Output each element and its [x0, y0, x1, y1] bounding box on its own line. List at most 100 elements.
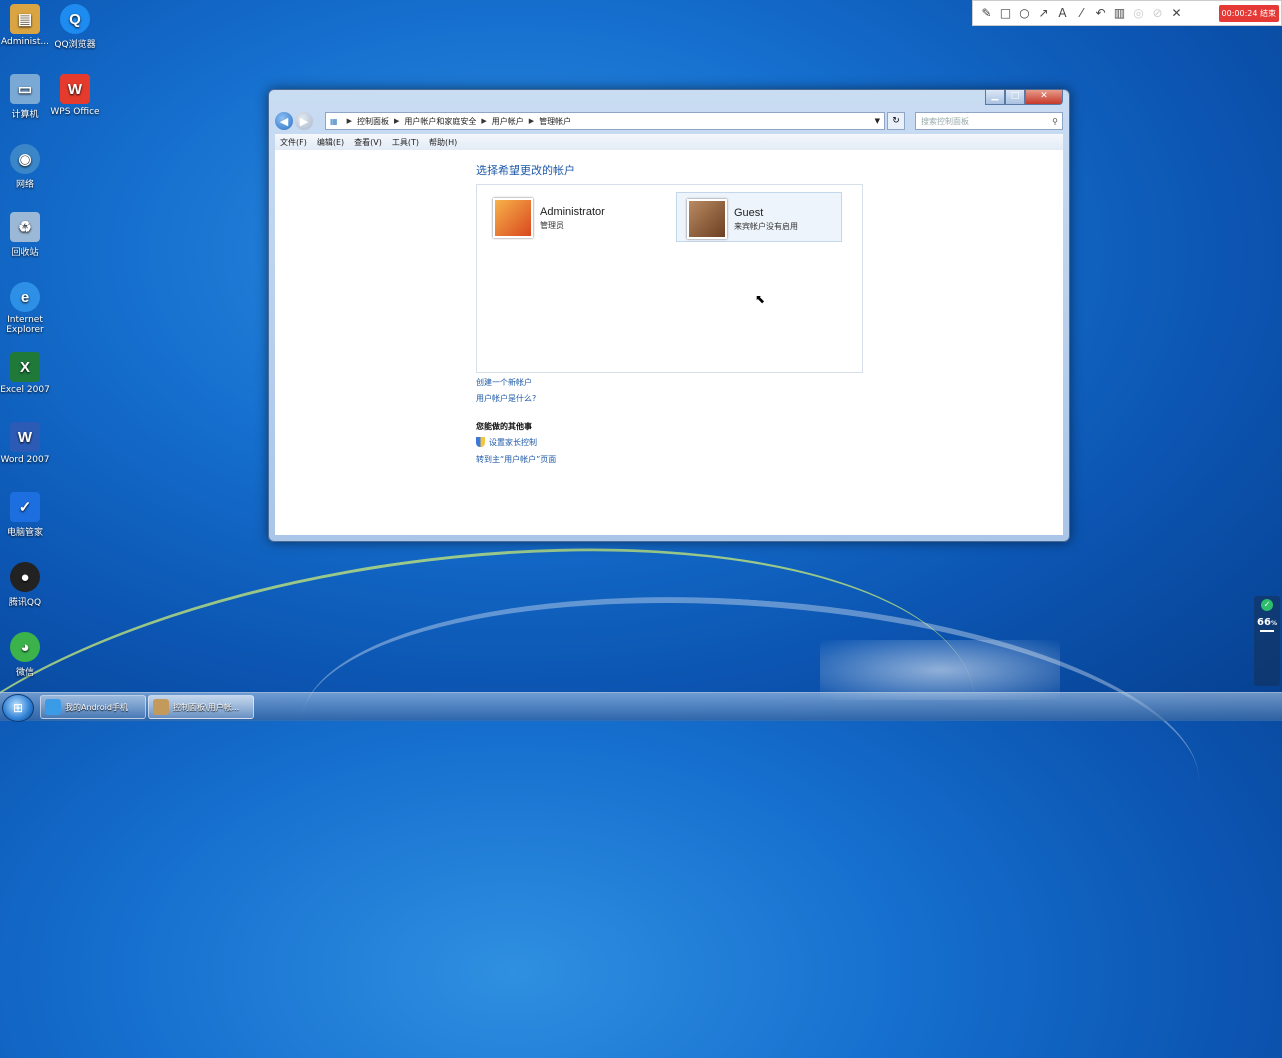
breadcrumb-item[interactable]: 用户帐户和家庭安全 [404, 116, 476, 127]
mouse-cursor-icon: ⬉ [755, 292, 766, 306]
computer-icon: ▭ [10, 74, 40, 104]
chevron-right-icon: ▶ [528, 117, 535, 125]
account-list: Administrator 管理员 Guest 来宾帐户没有启用 [476, 184, 863, 373]
desktop-icon-computer[interactable]: ▭ 计算机 [0, 74, 50, 120]
chevron-right-icon: ▶ [393, 117, 400, 125]
desktop-icon-word[interactable]: W Word 2007 [0, 422, 50, 465]
back-button[interactable]: ◀ [275, 112, 293, 130]
content-pane: 选择希望更改的帐户 Administrator 管理员 Guest 来宾帐户没有… [275, 150, 1063, 535]
other-tasks-heading: 您能做的其他事 [476, 422, 532, 431]
chevron-down-icon[interactable]: ▼ [871, 117, 884, 125]
delete-icon[interactable]: ▥ [1112, 6, 1127, 21]
parental-controls-label: 设置家长控制 [489, 438, 537, 447]
account-guest[interactable]: Guest 来宾帐户没有启用 [676, 192, 842, 242]
close-icon[interactable]: ✕ [1169, 6, 1184, 21]
desktop-icon-wechat[interactable]: ◕ 微信 [0, 632, 50, 678]
marker-icon[interactable]: ⁄ [1074, 6, 1089, 21]
circle-icon[interactable]: ○ [1017, 6, 1032, 21]
menu-file[interactable]: 文件(F) [280, 137, 307, 148]
parental-controls-link[interactable]: 设置家长控制 [476, 437, 537, 448]
account-name: Administrator [540, 206, 605, 218]
desktop-icon-label: Word 2007 [0, 455, 50, 465]
window-controls: ▁ □ ✕ [985, 90, 1063, 105]
desktop-icon-excel[interactable]: X Excel 2007 [0, 352, 50, 395]
menu-help[interactable]: 帮助(H) [429, 137, 457, 148]
wechat-icon: ◕ [10, 632, 40, 662]
start-button[interactable]: ⊞ [2, 694, 34, 722]
screen-recorder-toolbar: ✎ □ ○ ↗ A ⁄ ↶ ▥ ◎ ⊘ ✕ 00:00:24 结束 [972, 0, 1282, 26]
undo-icon[interactable]: ↶ [1093, 6, 1108, 21]
account-administrator[interactable]: Administrator 管理员 [483, 192, 649, 242]
desktop-icon-label: 计算机 [11, 110, 39, 120]
record-stop-button[interactable]: 00:00:24 结束 [1218, 4, 1279, 22]
taskbar-item-label: 我的Android手机 [65, 702, 128, 712]
close-button[interactable]: ✕ [1025, 90, 1063, 105]
menu-edit[interactable]: 编辑(E) [317, 137, 344, 148]
system-monitor-widget[interactable]: ✓ 66% [1254, 596, 1280, 686]
main-user-accounts-link[interactable]: 转到主“用户帐户”页面 [476, 454, 556, 465]
menu-tools[interactable]: 工具(T) [392, 137, 419, 148]
qq-browser-icon: Q [60, 4, 90, 34]
taskbar: ⊞ 我的Android手机 控制面板\用户帐... [0, 692, 1282, 722]
search-placeholder: 搜索控制面板 [921, 116, 969, 126]
internet-explorer-icon: e [10, 282, 40, 312]
desktop-icon-recycle-bin[interactable]: ♻ 回收站 [0, 212, 50, 258]
eye-icon[interactable]: ◎ [1131, 6, 1146, 21]
arrow-icon[interactable]: ↗ [1036, 6, 1051, 21]
pen-icon[interactable]: ✎ [979, 6, 994, 21]
desktop-icon-wps[interactable]: W WPS Office [50, 74, 100, 117]
create-account-link[interactable]: 创建一个新帐户 [476, 377, 532, 388]
menu-view[interactable]: 查看(V) [354, 137, 382, 148]
word-icon: W [10, 422, 40, 452]
minimize-button[interactable]: ▁ [985, 90, 1005, 105]
network-icon: ◉ [10, 144, 40, 174]
address-bar[interactable]: ▦ ▶ 控制面板 ▶ 用户帐户和家庭安全 ▶ 用户帐户 ▶ 管理帐户 ▼ [325, 112, 885, 130]
taskbar-item-control-panel[interactable]: 控制面板\用户帐... [148, 695, 254, 719]
desktop-icon-label: QQ浏览器 [54, 40, 96, 50]
taskbar-item-label: 控制面板\用户帐... [173, 702, 240, 712]
shield-icon [476, 437, 485, 447]
desktop-icon-label: 回收站 [11, 248, 39, 258]
desktop-icon-ie[interactable]: e Internet Explorer [0, 282, 50, 335]
check-icon: ✓ [1261, 599, 1273, 611]
phone-icon [45, 699, 61, 715]
account-role: 管理员 [540, 221, 564, 230]
desktop-icon-label: 电脑管家 [6, 528, 43, 538]
rectangle-icon[interactable]: □ [998, 6, 1013, 21]
maximize-button[interactable]: □ [1005, 90, 1025, 105]
chevron-right-icon: ▶ [346, 117, 352, 125]
desktop-icon-qq[interactable]: ● 腾讯QQ [0, 562, 50, 608]
desktop-icon-label: WPS Office [50, 107, 100, 117]
desktop-icon-label: 腾讯QQ [8, 598, 42, 608]
desktop-icon-qq-browser[interactable]: Q QQ浏览器 [50, 4, 100, 50]
what-is-account-link[interactable]: 用户帐户是什么? [476, 393, 536, 404]
desktop-icon-label: 微信 [15, 668, 34, 678]
usage-value: 66% [1257, 617, 1277, 628]
desktop-icon-label: Internet Explorer [6, 315, 44, 335]
refresh-button[interactable]: ↻ [887, 112, 905, 130]
breadcrumb-item[interactable]: 用户帐户 [492, 116, 524, 127]
desktop-icon-network[interactable]: ◉ 网络 [0, 144, 50, 190]
wallpaper-glow [820, 640, 1060, 700]
desktop-icon-administrator[interactable]: ▤ Administ... [0, 4, 50, 47]
breadcrumb-item[interactable]: 控制面板 [357, 116, 389, 127]
pc-manager-icon: ✓ [10, 492, 40, 522]
divider [1260, 630, 1274, 632]
menu-bar: 文件(F) 编辑(E) 查看(V) 工具(T) 帮助(H) [275, 134, 1063, 150]
account-name: Guest [734, 207, 764, 219]
search-input[interactable]: 搜索控制面板 ⚲ [915, 112, 1063, 130]
navigation-bar: ◀ ▶ ▦ ▶ 控制面板 ▶ 用户帐户和家庭安全 ▶ 用户帐户 ▶ 管理帐户 ▼… [275, 110, 1063, 132]
text-icon[interactable]: A [1055, 6, 1070, 21]
desktop-icon-pc-manager[interactable]: ✓ 电脑管家 [0, 492, 50, 538]
qq-icon: ● [10, 562, 40, 592]
page-title: 选择希望更改的帐户 [476, 164, 575, 177]
control-panel-window: ▁ □ ✕ ◀ ▶ ▦ ▶ 控制面板 ▶ 用户帐户和家庭安全 ▶ 用户帐户 ▶ … [268, 89, 1070, 542]
desktop-icon-label: Excel 2007 [0, 385, 50, 395]
avatar [687, 199, 727, 239]
hide-icon[interactable]: ⊘ [1150, 6, 1165, 21]
desktop-icon-label: Administ... [1, 37, 49, 47]
forward-button[interactable]: ▶ [295, 112, 313, 130]
taskbar-item-android[interactable]: 我的Android手机 [40, 695, 146, 719]
search-icon[interactable]: ⚲ [1052, 117, 1058, 126]
breadcrumb-item[interactable]: 管理帐户 [539, 116, 571, 127]
